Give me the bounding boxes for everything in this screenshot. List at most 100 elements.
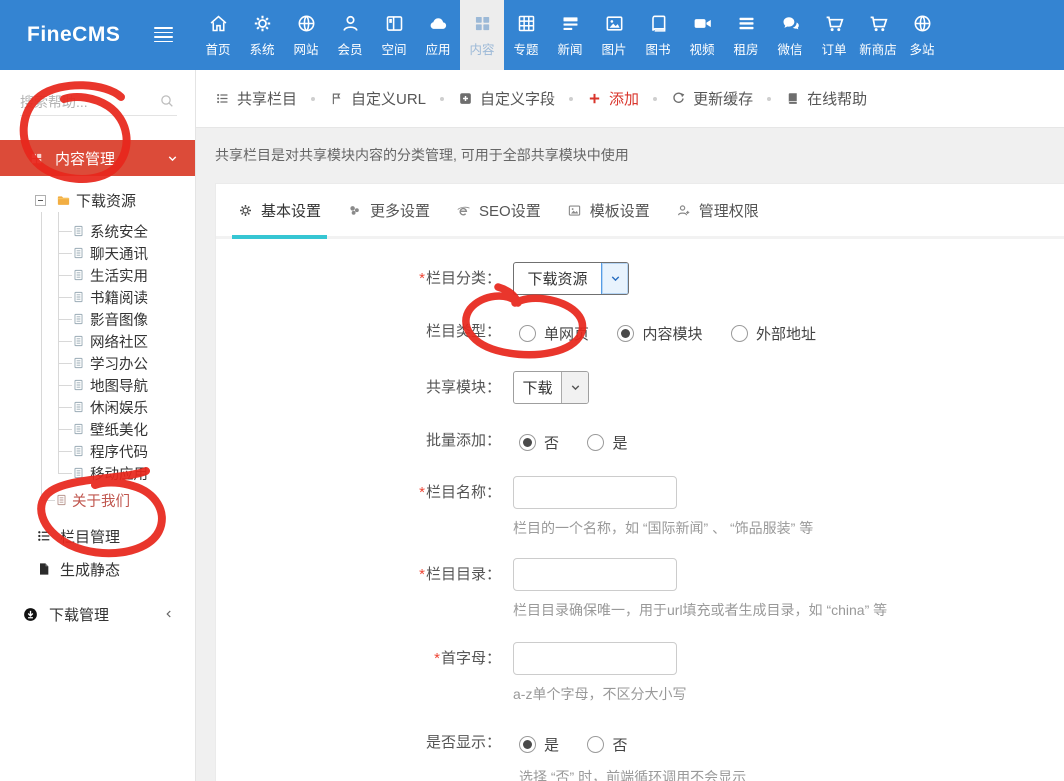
doc-icon xyxy=(72,444,85,458)
first-letter-input[interactable] xyxy=(513,642,677,675)
form-row-column-name: *栏目名称： 栏目的一个名称，如 “国际新闻” 、 “饰品服装” 等 xyxy=(216,476,1064,538)
toolbar-label: 自定义字段 xyxy=(480,88,555,109)
tree-item-label: 聊天通讯 xyxy=(90,243,148,264)
online-help-button[interactable]: 在线帮助 xyxy=(785,88,867,109)
form-row-batch-add: 批量添加： 否 是 xyxy=(216,430,1064,456)
tab-manage-permissions[interactable]: 管理权限 xyxy=(676,184,759,236)
tree-item[interactable]: 学习办公 xyxy=(0,352,195,374)
radio-batch-yes[interactable]: 是 xyxy=(587,432,627,453)
topnav-label: 系统 xyxy=(249,39,274,58)
field-label: 批量添加： xyxy=(216,430,513,452)
radio-display-no[interactable]: 否 xyxy=(587,734,627,755)
toolbar-label: 共享栏目 xyxy=(237,88,297,109)
form-row-display: 是否显示： 是 否 选择 “否” 时，前端循环调用不会显示 xyxy=(216,732,1064,781)
refresh-cache-button[interactable]: 更新缓存 xyxy=(671,88,753,109)
custom-url-button[interactable]: 自定义URL xyxy=(329,88,426,109)
sidebar-section-label: 下载管理 xyxy=(49,604,163,625)
column-name-input[interactable] xyxy=(513,476,677,509)
topnav-item-multisite[interactable]: 多站 xyxy=(900,0,944,70)
cart-icon xyxy=(868,13,889,34)
top-bar: FineCMS 首页 系统 网站 会员 空间 应用 内容 专题 新闻 图片 图书… xyxy=(0,0,1064,70)
shared-columns-button[interactable]: 共享栏目 xyxy=(215,88,297,109)
tree-item-about-us[interactable]: 关于我们 xyxy=(0,489,195,511)
tree-item[interactable]: 书籍阅读 xyxy=(0,286,195,308)
doc-icon xyxy=(72,312,85,326)
radio-content-module[interactable]: 内容模块 xyxy=(617,323,702,344)
tree-root-download-resources[interactable]: 下载资源 xyxy=(0,188,195,212)
topnav-item-news[interactable]: 新闻 xyxy=(548,0,592,70)
topnav-item-newshop[interactable]: 新商店 xyxy=(856,0,900,70)
topnav-item-book[interactable]: 图书 xyxy=(636,0,680,70)
required-mark: * xyxy=(419,566,425,583)
tree-item[interactable]: 生活实用 xyxy=(0,264,195,286)
toolbar-label: 自定义URL xyxy=(351,88,426,109)
tree-item[interactable]: 地图导航 xyxy=(0,374,195,396)
topnav-item-rent[interactable]: 租房 xyxy=(724,0,768,70)
chevron-down-icon xyxy=(166,152,179,165)
sidebar-item-column-management[interactable]: 栏目管理 xyxy=(0,522,195,550)
tree-item-label: 程序代码 xyxy=(90,441,148,462)
required-mark: * xyxy=(434,650,440,667)
topnav-item-special[interactable]: 专题 xyxy=(504,0,548,70)
topnav-item-content-selected[interactable]: 内容 xyxy=(460,0,504,70)
tab-basic-settings[interactable]: 基本设置 xyxy=(238,184,321,236)
tree-item[interactable]: 影音图像 xyxy=(0,308,195,330)
field-label: *栏目目录： xyxy=(216,558,513,591)
menu-toggle-icon[interactable] xyxy=(154,27,173,43)
doc-icon xyxy=(72,224,85,238)
tree-item[interactable]: 程序代码 xyxy=(0,440,195,462)
category-select[interactable]: 下载资源 xyxy=(513,262,629,295)
tree-item[interactable]: 网络社区 xyxy=(0,330,195,352)
module-select[interactable]: 下载 xyxy=(513,371,589,404)
sidebar-section-content-management[interactable]: 内容管理 xyxy=(0,140,195,176)
tree-item[interactable]: 移动应用 xyxy=(0,462,195,484)
tree-item[interactable]: 聊天通讯 xyxy=(0,242,195,264)
radio-display-yes[interactable]: 是 xyxy=(519,734,559,755)
search-icon[interactable] xyxy=(159,93,175,109)
toolbar: 共享栏目 自定义URL 自定义字段 添加 更新缓存 在线帮助 xyxy=(196,70,1064,128)
tree-item-label: 学习办公 xyxy=(90,353,148,374)
topnav-item-member[interactable]: 会员 xyxy=(328,0,372,70)
tree-item[interactable]: 休闲娱乐 xyxy=(0,396,195,418)
doc-icon xyxy=(72,334,85,348)
search-input[interactable] xyxy=(20,90,177,114)
sidebar-section-label: 内容管理 xyxy=(55,148,166,169)
image-icon xyxy=(567,203,582,218)
topnav-item-order[interactable]: 订单 xyxy=(812,0,856,70)
tab-more-settings[interactable]: 更多设置 xyxy=(347,184,430,236)
custom-fields-button[interactable]: 自定义字段 xyxy=(458,88,555,109)
tab-seo-settings[interactable]: SEO设置 xyxy=(456,184,541,236)
topnav-item-space[interactable]: 空间 xyxy=(372,0,416,70)
radio-circle-icon xyxy=(731,325,748,342)
topnav-item-wechat[interactable]: 微信 xyxy=(768,0,812,70)
book-icon xyxy=(648,13,669,34)
radio-circle-icon xyxy=(519,736,536,753)
topnav-item-system[interactable]: 系统 xyxy=(240,0,284,70)
radio-external-url[interactable]: 外部地址 xyxy=(731,323,816,344)
topnav-item-picture[interactable]: 图片 xyxy=(592,0,636,70)
column-directory-input[interactable] xyxy=(513,558,677,591)
sidebar-section-download-management[interactable]: 下载管理 xyxy=(0,597,195,631)
topnav-label: 微信 xyxy=(777,39,802,58)
topnav-item-site[interactable]: 网站 xyxy=(284,0,328,70)
sidebar-item-generate-static[interactable]: 生成静态 xyxy=(0,555,195,583)
form-row-category: *栏目分类： 下载资源 xyxy=(216,262,1064,295)
doc-icon xyxy=(72,268,85,282)
radio-batch-no[interactable]: 否 xyxy=(519,432,559,453)
tree-children: 系统安全 聊天通讯 生活实用 书籍阅读 影音图像 网络社区 学习办公 地图导航 … xyxy=(0,220,195,484)
topnav-label: 会员 xyxy=(337,39,362,58)
tab-template-settings[interactable]: 模板设置 xyxy=(567,184,650,236)
chevron-down-icon xyxy=(601,263,628,294)
field-label: 是否显示： xyxy=(216,732,513,754)
topnav-item-home[interactable]: 首页 xyxy=(196,0,240,70)
tree-item[interactable]: 壁纸美化 xyxy=(0,418,195,440)
topnav-item-video[interactable]: 视频 xyxy=(680,0,724,70)
add-button[interactable]: 添加 xyxy=(587,88,639,109)
tree-item[interactable]: 系统安全 xyxy=(0,220,195,242)
topnav-item-app[interactable]: 应用 xyxy=(416,0,460,70)
refresh-icon xyxy=(671,91,686,106)
file-icon xyxy=(36,561,52,577)
field-label: *首字母： xyxy=(216,642,513,675)
collapse-toggle-icon[interactable] xyxy=(35,195,46,206)
radio-single-page[interactable]: 单网页 xyxy=(519,323,589,344)
